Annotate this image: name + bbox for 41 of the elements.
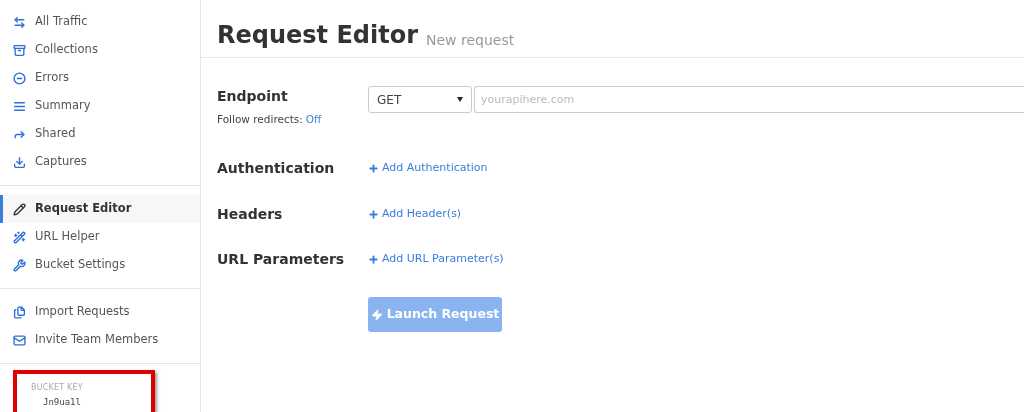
wrench-icon <box>13 258 26 272</box>
plus-icon <box>368 163 379 174</box>
dropdown-caret-icon <box>457 97 463 102</box>
archive-icon <box>13 43 26 57</box>
follow-redirects-link[interactable]: Off <box>305 112 322 128</box>
page-title: Request Editor <box>217 23 418 47</box>
sidebar-item[interactable]: All Traffic <box>0 8 200 36</box>
plus-icon <box>368 208 379 220</box>
arrows-icon <box>13 15 26 29</box>
add-link[interactable]: Add Authentication <box>368 160 488 177</box>
sidebar-item[interactable]: Shared <box>0 120 200 148</box>
sidebar-item[interactable]: Captures <box>0 148 200 176</box>
sidebar-item[interactable]: Bucket Settings <box>0 251 200 279</box>
page-subtitle: New request <box>426 33 515 47</box>
files-icon <box>13 305 26 319</box>
add-link[interactable]: Add URL Parameter(s) <box>368 251 504 268</box>
url-field[interactable]: yourapihere.com <box>474 86 1024 113</box>
bucket-key-label: BUCKET KEY <box>31 382 84 394</box>
lightning-icon <box>370 308 383 321</box>
sidebar-item[interactable]: Collections <box>0 36 200 64</box>
plus-icon <box>368 254 379 265</box>
add-link[interactable]: Add Header(s) <box>368 205 462 223</box>
sidebar-item[interactable]: Request Editor <box>0 195 200 223</box>
pencil-icon <box>13 202 26 216</box>
endpoint-label: Endpoint <box>217 87 289 106</box>
sidebar-item[interactable]: Errors <box>0 64 200 92</box>
sidebar-item[interactable]: Invite Team Members <box>0 326 200 354</box>
mail-icon <box>13 333 26 347</box>
section-label: URL Parameters <box>217 250 346 269</box>
lines-icon <box>13 99 26 113</box>
method-select[interactable]: GET <box>368 86 472 113</box>
download-icon <box>13 155 26 169</box>
section-label: Headers <box>217 204 284 224</box>
wand-icon <box>13 230 26 244</box>
sidebar-item[interactable]: URL Helper <box>0 223 200 251</box>
sidebar-item[interactable]: Summary <box>0 92 200 120</box>
bucket-key-value: Jn9ua1l <box>42 396 82 409</box>
sidebar-item[interactable]: Import Requests <box>0 298 200 326</box>
section-label: Authentication <box>217 159 336 178</box>
minus-circle-icon <box>13 71 26 85</box>
follow-redirects-label: Follow redirects: <box>217 112 303 127</box>
